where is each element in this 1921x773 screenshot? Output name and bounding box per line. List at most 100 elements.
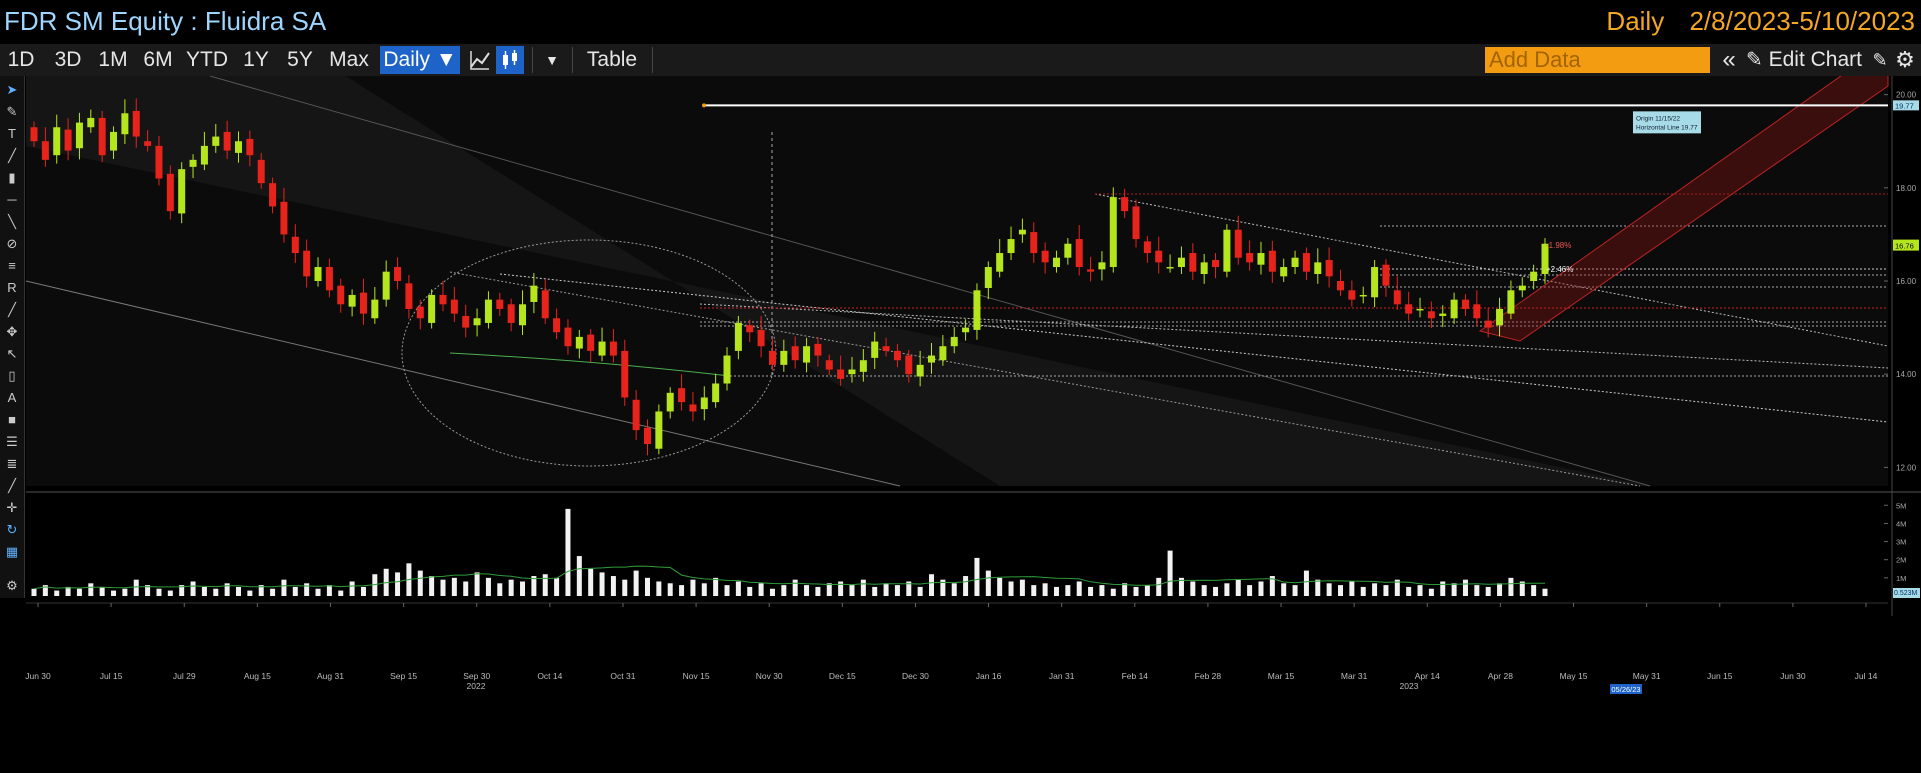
range-info: Daily 2/8/2023-5/10/2023	[1588, 6, 1915, 37]
x-tick-label: Feb 28	[1195, 671, 1222, 681]
x-tick-label: Oct 14	[537, 671, 562, 681]
palette-icon[interactable]: ▦	[4, 544, 20, 560]
volume-bar	[1474, 585, 1480, 596]
candle	[905, 355, 913, 375]
candle	[291, 236, 299, 254]
x-tick-label: May 31	[1633, 671, 1661, 681]
volume-bar	[349, 581, 355, 596]
chart-type-dropdown-icon[interactable]: ▼	[538, 46, 566, 74]
volume-bar	[542, 574, 548, 596]
price-chart[interactable]: Origin 11/15/22 Horizontal Line 19.77 +2.4…	[0, 76, 1921, 773]
candlestick-chart-icon[interactable]	[496, 46, 524, 74]
line-chart-icon[interactable]	[466, 46, 494, 74]
volume-bar	[1451, 583, 1457, 596]
x-tick-label: Jan 16	[976, 671, 1002, 681]
candle	[1302, 253, 1310, 272]
tools-settings-icon[interactable]: ⚙	[4, 578, 20, 594]
candle	[1212, 260, 1220, 268]
x-tick-label: Mar 31	[1341, 671, 1368, 681]
text-tool-icon[interactable]: T	[4, 126, 20, 142]
trendline-icon[interactable]: ╱	[4, 148, 20, 164]
period-1d-button[interactable]: 1D	[4, 46, 38, 74]
period-5y-button[interactable]: 5Y	[282, 46, 318, 74]
period-ytd-button[interactable]: YTD	[184, 46, 230, 74]
volume-bar	[883, 583, 889, 596]
x-tick-label: Jun 30	[1780, 671, 1806, 681]
collapse-double-chevron-icon[interactable]: «	[1716, 46, 1742, 74]
candle	[1143, 241, 1151, 254]
volume-bar	[429, 576, 435, 596]
volume-bar	[985, 570, 991, 596]
volume-bar	[1326, 583, 1332, 596]
label-r-icon[interactable]: R	[4, 280, 20, 296]
volume-bar	[1110, 588, 1116, 596]
add-data-input[interactable]	[1485, 47, 1710, 73]
frequency-dropdown[interactable]: Daily ▼	[380, 46, 460, 74]
select-icon[interactable]: ↖	[4, 346, 20, 362]
volume-bar	[1213, 586, 1219, 596]
font-icon[interactable]: A	[4, 390, 20, 406]
period-3d-button[interactable]: 3D	[50, 46, 86, 74]
volume-bar	[485, 577, 491, 596]
line-style-icon[interactable]: ☰	[4, 434, 20, 450]
brush-icon[interactable]: ╲	[4, 214, 20, 230]
period-max-button[interactable]: Max	[326, 46, 372, 74]
candle	[155, 145, 163, 179]
candle	[723, 355, 731, 384]
ruler-icon[interactable]: ⊘	[4, 236, 20, 252]
volume-tick-label: 5M	[1896, 501, 1906, 510]
candle	[791, 346, 799, 361]
volume-bar	[190, 581, 196, 596]
volume-bar	[1417, 585, 1423, 596]
period-6m-button[interactable]: 6M	[140, 46, 176, 74]
candle	[530, 285, 538, 302]
pointer-icon[interactable]: ➤	[4, 82, 20, 98]
line-icon[interactable]: ╱	[4, 302, 20, 318]
volume-tick-label: 1M	[1896, 574, 1906, 583]
x-tick-label: Jan 31	[1049, 671, 1075, 681]
annotate-icon[interactable]: ✎	[1868, 46, 1892, 74]
candle	[428, 294, 436, 323]
volume-bar	[1462, 579, 1468, 596]
date-range[interactable]: 2/8/2023-5/10/2023	[1689, 6, 1915, 36]
line-width-icon[interactable]: ≣	[4, 456, 20, 472]
highlight-icon[interactable]: ▮	[4, 170, 20, 186]
channel-icon[interactable]: ≡	[4, 258, 20, 274]
period-1y-button[interactable]: 1Y	[238, 46, 274, 74]
pencil-draw-icon[interactable]: ✎	[4, 104, 20, 120]
candle	[382, 271, 390, 300]
volume-bar	[713, 577, 719, 596]
candle	[666, 392, 674, 412]
candle	[359, 292, 367, 314]
candle	[1166, 267, 1174, 269]
trash-icon[interactable]: ▯	[4, 368, 20, 384]
volume-bar	[1497, 583, 1503, 596]
edit-chart-button[interactable]: ✎ Edit Chart	[1746, 46, 1872, 74]
candle	[1507, 290, 1515, 314]
volume-bar	[1428, 588, 1434, 596]
volume-bar	[576, 556, 582, 596]
candle	[859, 360, 867, 372]
volume-bar	[769, 588, 775, 596]
volume-bar	[201, 586, 207, 596]
volume-bar	[758, 583, 764, 596]
refresh-icon[interactable]: ↻	[4, 522, 20, 538]
volume-bar	[224, 583, 230, 596]
candle	[780, 350, 788, 365]
move-icon[interactable]: ✥	[4, 324, 20, 340]
volume-bar	[1531, 585, 1537, 596]
candle	[1075, 239, 1083, 268]
period-1m-button[interactable]: 1M	[95, 46, 131, 74]
volume-bar	[724, 585, 730, 596]
hline-icon[interactable]: ─	[4, 192, 20, 208]
volume-bar	[1099, 585, 1105, 596]
settings-gear-icon[interactable]: ⚙	[1892, 46, 1918, 74]
study-draw-icon[interactable]: ╱	[4, 478, 20, 494]
table-button[interactable]: Table	[580, 46, 644, 74]
volume-bar	[1542, 588, 1548, 596]
year-label-2023: 2023	[1400, 681, 1419, 691]
fill-icon[interactable]: ■	[4, 412, 20, 428]
crosshair-icon[interactable]: ✛	[4, 500, 20, 516]
volume-bar	[860, 579, 866, 596]
x-tick-label: Jun 15	[1707, 671, 1733, 681]
